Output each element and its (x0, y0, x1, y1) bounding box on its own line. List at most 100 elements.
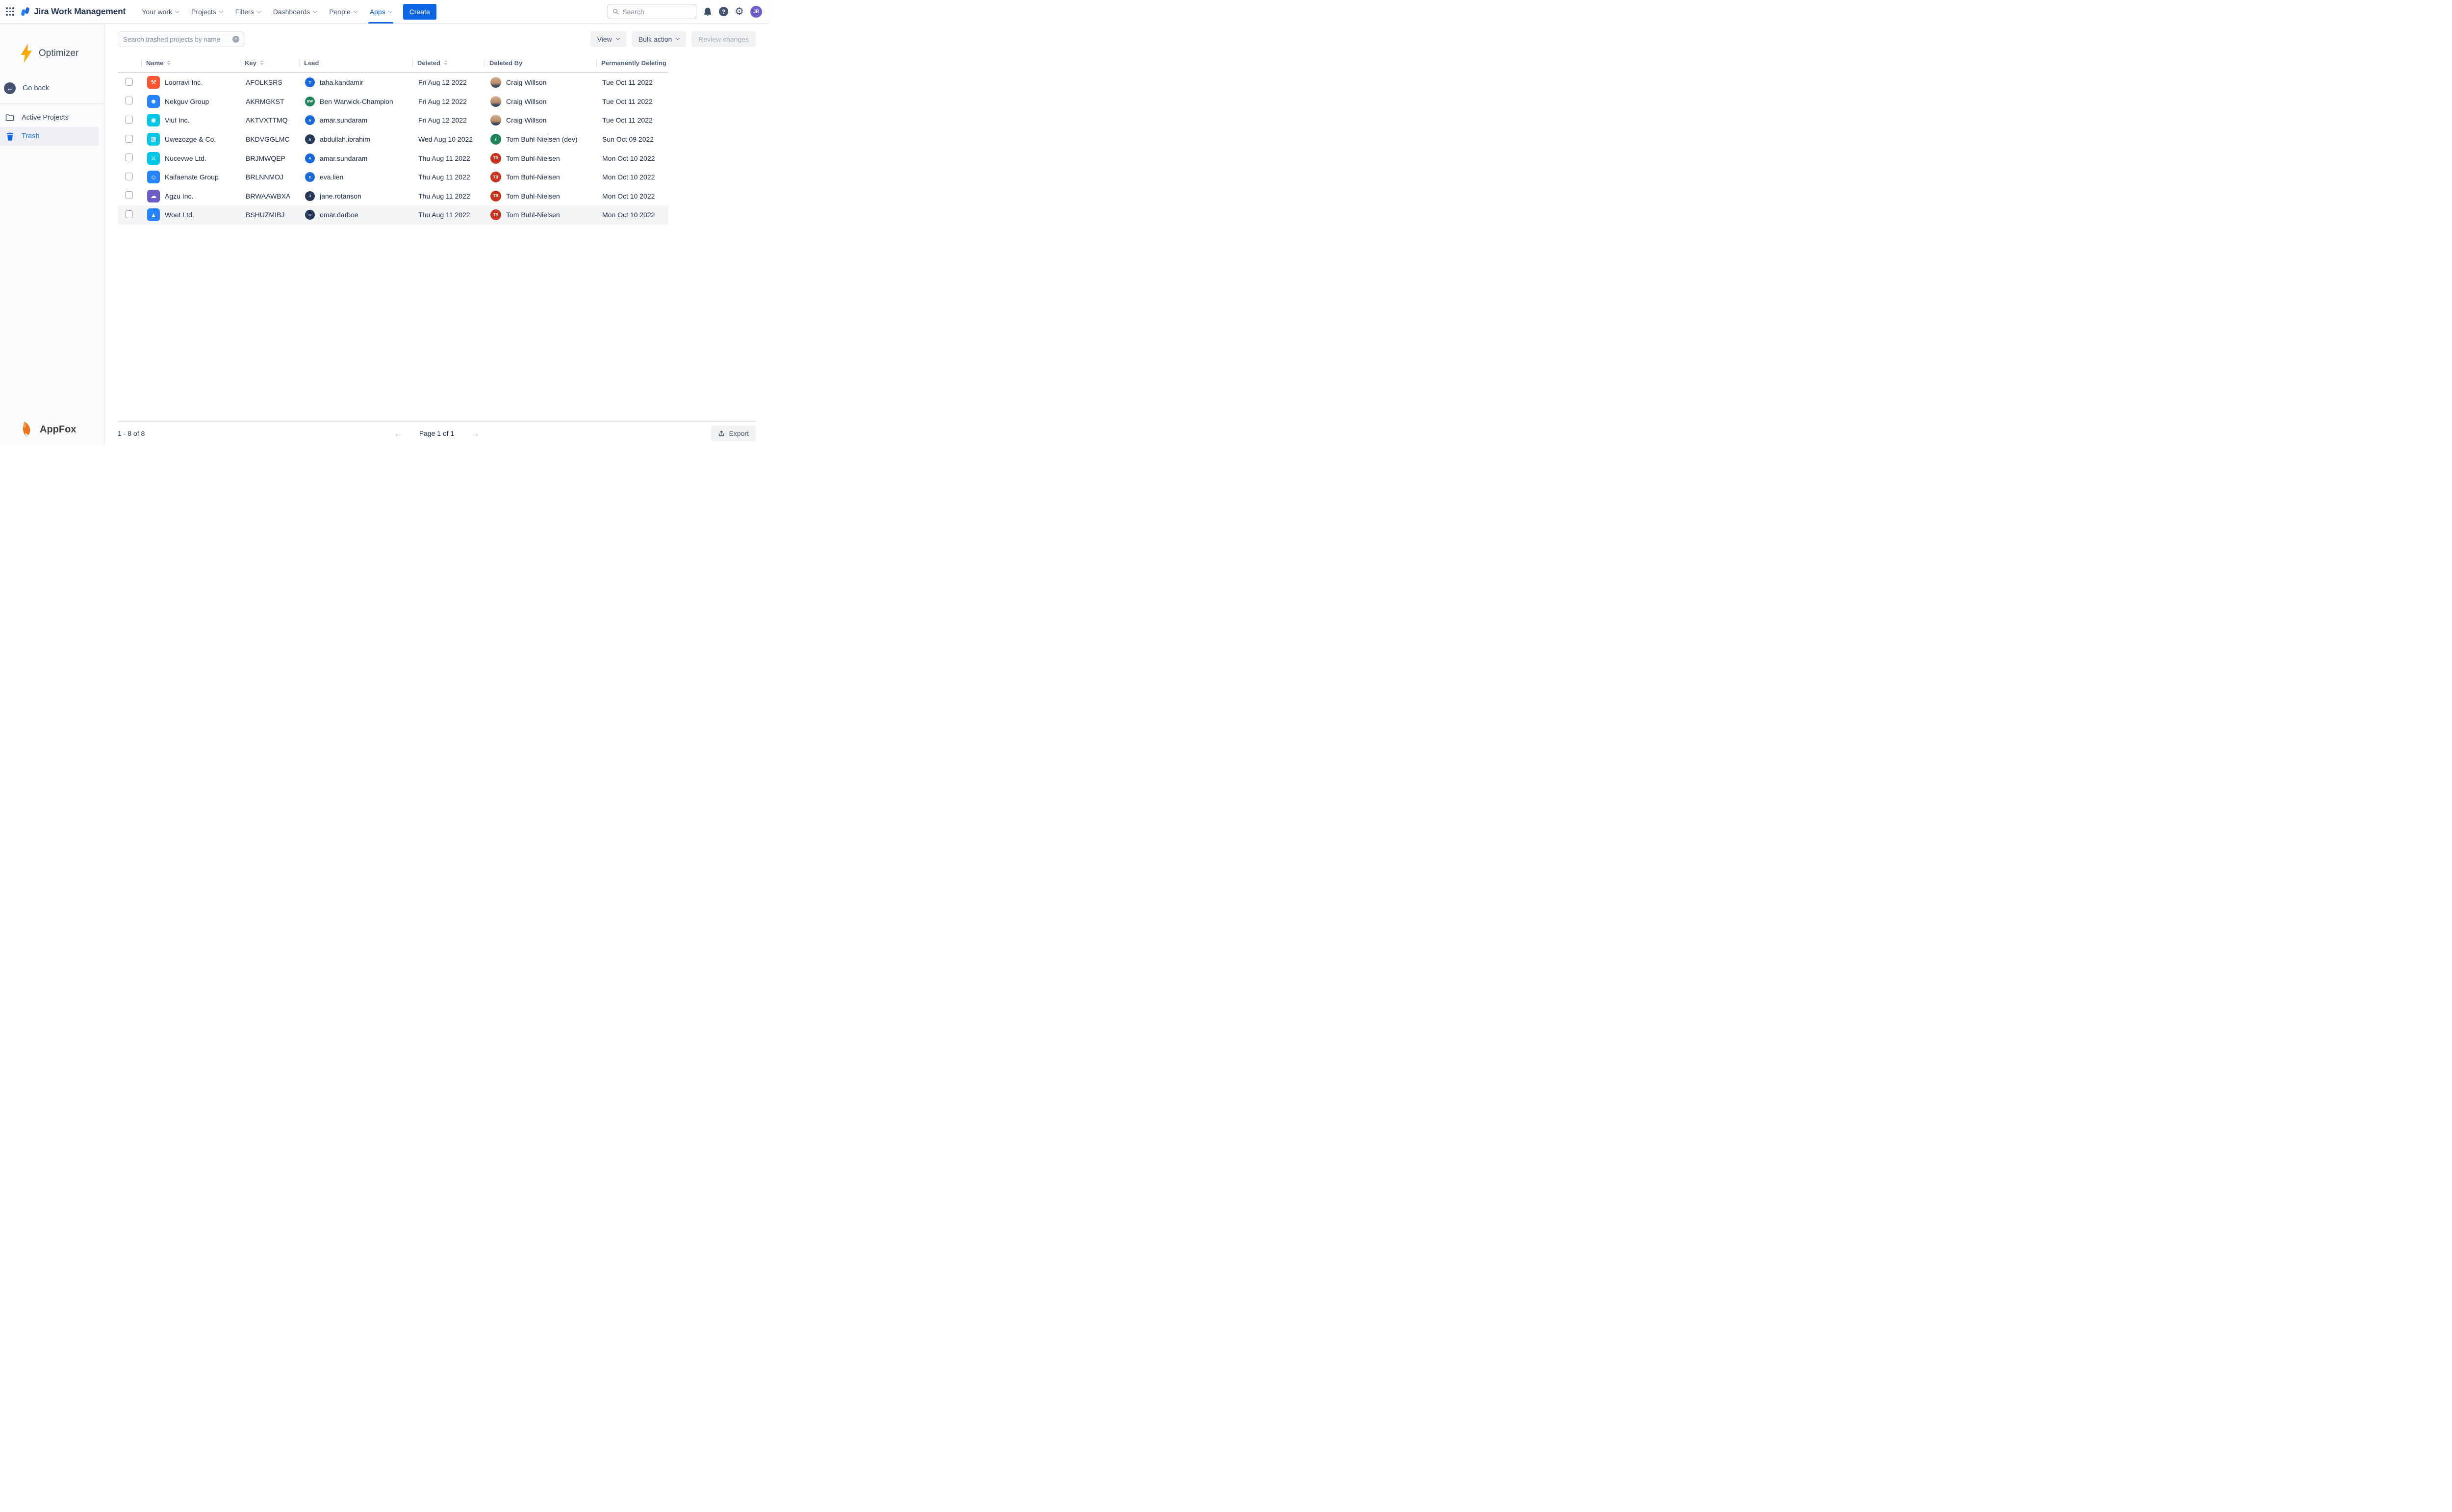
table-row[interactable]: ☺ Kaifaenate Group BRLNNMOJ E eva.lien T… (118, 168, 668, 187)
table-row[interactable]: ⚔ Nucevwe Ltd. BRJMWQEP A amar.sundaram … (118, 149, 668, 168)
chevron-down-icon (676, 36, 680, 40)
project-avatar-icon: ☺ (147, 171, 160, 183)
review-changes-button[interactable]: Review changes (691, 31, 756, 47)
result-count: 1 - 8 of 8 (118, 429, 145, 437)
permanently-deleting-date: Tue Oct 11 2022 (596, 78, 668, 86)
deleted-date: Fri Aug 12 2022 (412, 116, 485, 124)
lead-name: amar.sundaram (320, 116, 367, 124)
go-back-button[interactable]: ← Go back (0, 78, 104, 98)
folder-icon (5, 114, 15, 122)
column-header-deleted[interactable]: Deleted (412, 59, 485, 67)
nav-item-people[interactable]: People (323, 0, 363, 24)
clear-search-icon[interactable]: × (232, 36, 239, 43)
trashed-projects-table: Name Key Lead Deleted Deleted By Permane… (118, 57, 668, 225)
user-avatar[interactable]: JR (750, 6, 762, 18)
project-avatar-icon: ▦ (147, 133, 160, 146)
jira-logo-icon (21, 6, 30, 17)
bulk-action-button[interactable]: Bulk action (632, 31, 686, 47)
row-checkbox[interactable] (125, 191, 133, 199)
nav-item-your-work[interactable]: Your work (135, 0, 185, 24)
table-row[interactable]: ▲ Woet Ltd. BSHUZMIBJ O omar.darboe Thu … (118, 205, 668, 225)
project-name: Agzu Inc. (165, 192, 193, 200)
global-search-box[interactable] (608, 4, 696, 19)
deleted-date: Fri Aug 12 2022 (412, 78, 485, 86)
column-header-name[interactable]: Name (141, 59, 240, 67)
trash-search-input[interactable] (123, 36, 232, 43)
row-checkbox[interactable] (125, 116, 133, 124)
permanently-deleting-date: Tue Oct 11 2022 (596, 98, 668, 105)
header-checkbox-spacer (118, 59, 141, 67)
permanently-deleting-date: Mon Oct 10 2022 (596, 211, 668, 219)
row-checkbox[interactable] (125, 173, 133, 180)
deleted-date: Thu Aug 11 2022 (412, 192, 485, 200)
search-icon (613, 8, 619, 15)
column-header-permanently-deleting[interactable]: Permanently Deleting (596, 59, 668, 67)
arrow-left-icon: ← (4, 82, 16, 94)
deleted-by-name: Tom Buhl-Nielsen (506, 192, 560, 200)
sort-icon (444, 60, 448, 66)
row-checkbox[interactable] (125, 135, 133, 143)
table-row[interactable]: ◉ Viuf Inc. AKTVXTTMQ A amar.sundaram Fr… (118, 111, 668, 130)
chevron-down-icon (616, 36, 620, 40)
lead-name: amar.sundaram (320, 154, 367, 162)
trash-search-box[interactable]: × (118, 31, 244, 47)
appfox-title: AppFox (40, 424, 76, 435)
lead-name: abdullah.ibrahim (320, 135, 370, 143)
table-row[interactable]: ☁ Agzu Inc. BRWAAWBXA J jane.rotanson Th… (118, 187, 668, 206)
row-checkbox[interactable] (125, 78, 133, 86)
deleted-by-avatar: TB (490, 209, 501, 220)
lead-avatar: T (305, 77, 315, 87)
column-header-deleted-by[interactable]: Deleted By (485, 59, 596, 67)
export-icon (718, 430, 725, 437)
project-name: Nucevwe Ltd. (165, 154, 206, 162)
table-footer: 1 - 8 of 8 ← Page 1 of 1 → Export (118, 421, 756, 445)
sidebar-item-trash[interactable]: Trash (0, 127, 99, 146)
view-button[interactable]: View (590, 31, 626, 47)
sidebar-item-active-projects[interactable]: Active Projects (0, 108, 99, 127)
project-name: Viuf Inc. (165, 116, 189, 124)
table-row[interactable]: ☻ Nekguv Group AKRMGKST BW Ben Warwick-C… (118, 92, 668, 111)
lead-avatar: A (305, 153, 315, 163)
next-page-arrow-icon[interactable]: → (471, 429, 479, 438)
trash-content: × View Bulk action Review changes Name K… (104, 24, 769, 445)
project-name: Kaifaenate Group (165, 173, 219, 181)
row-checkbox[interactable] (125, 153, 133, 161)
permanently-deleting-date: Mon Oct 10 2022 (596, 173, 668, 181)
lead-avatar: J (305, 191, 315, 201)
column-header-lead[interactable]: Lead (299, 59, 412, 67)
project-name: Nekguv Group (165, 98, 209, 105)
nav-item-projects[interactable]: Projects (185, 0, 229, 24)
table-header-row: Name Key Lead Deleted Deleted By Permane… (118, 57, 668, 69)
deleted-by-name: Tom Buhl-Nielsen (506, 211, 560, 219)
row-checkbox[interactable] (125, 210, 133, 218)
settings-gear-icon[interactable]: ⚙ (735, 6, 744, 17)
nav-item-dashboards[interactable]: Dashboards (267, 0, 323, 24)
project-key: BSHUZMIBJ (240, 211, 299, 219)
pagination: ← Page 1 of 1 → (394, 429, 480, 438)
app-switcher-icon[interactable] (6, 7, 14, 16)
row-checkbox[interactable] (125, 97, 133, 104)
deleted-by-avatar: TB (490, 153, 501, 164)
notifications-bell-icon[interactable] (703, 7, 713, 17)
global-search-input[interactable] (622, 8, 691, 16)
nav-right-controls: ? ⚙ JR (608, 4, 762, 19)
trash-toolbar: × View Bulk action Review changes (118, 31, 756, 47)
project-avatar-icon: ⚒ (147, 76, 160, 89)
deleted-by-avatar: TB (490, 172, 501, 182)
deleted-by-name: Tom Buhl-Nielsen (506, 154, 560, 162)
column-header-key[interactable]: Key (240, 59, 299, 67)
table-row[interactable]: ⚒ Loorravi Inc. AFOLKSRS T taha.kandamir… (118, 73, 668, 92)
previous-page-arrow-icon[interactable]: ← (394, 429, 403, 438)
deleted-date: Thu Aug 11 2022 (412, 173, 485, 181)
nav-item-filters[interactable]: Filters (229, 0, 267, 24)
export-button[interactable]: Export (711, 426, 756, 441)
project-key: BRLNNMOJ (240, 173, 299, 181)
table-row[interactable]: ▦ Uwezozge & Co. BKDVGGLMC A abdullah.ib… (118, 130, 668, 149)
permanently-deleting-date: Mon Oct 10 2022 (596, 154, 668, 162)
permanently-deleting-date: Sun Oct 09 2022 (596, 135, 668, 143)
help-icon[interactable]: ? (719, 7, 728, 16)
deleted-date: Wed Aug 10 2022 (412, 135, 485, 143)
create-button[interactable]: Create (403, 4, 436, 20)
nav-item-apps[interactable]: Apps (363, 0, 398, 24)
optimizer-sidebar: Optimizer ← Go back Active Projects Tras… (0, 24, 104, 445)
